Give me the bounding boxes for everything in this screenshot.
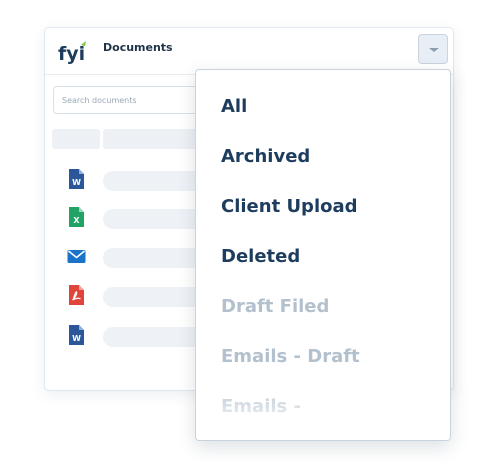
fyi-logo: fyi <box>58 41 86 65</box>
menu-item-archived[interactable]: Archived <box>221 146 310 167</box>
column-header-type[interactable] <box>52 129 100 149</box>
svg-text:W: W <box>72 178 81 187</box>
logo-text: fyi <box>58 43 85 65</box>
word-doc-icon: W <box>69 325 84 345</box>
folder-dropdown-menu: All Archived Client Upload Deleted Draft… <box>195 69 451 441</box>
svg-text:X: X <box>73 216 80 225</box>
page-title: Documents <box>103 41 173 54</box>
panel-header: fyi Documents <box>45 28 453 75</box>
email-icon <box>67 250 86 263</box>
menu-item-deleted[interactable]: Deleted <box>221 246 300 267</box>
folder-dropdown-button[interactable] <box>418 34 448 64</box>
menu-item-emails[interactable]: Emails - <box>221 396 301 417</box>
pdf-doc-icon <box>69 285 84 305</box>
menu-item-all[interactable]: All <box>221 96 247 117</box>
svg-text:W: W <box>72 334 81 343</box>
menu-item-client-upload[interactable]: Client Upload <box>221 196 358 217</box>
menu-item-draft-filed[interactable]: Draft Filed <box>221 296 329 317</box>
search-input[interactable] <box>53 86 213 114</box>
chevron-down-icon <box>429 48 439 52</box>
word-doc-icon: W <box>69 169 84 189</box>
excel-doc-icon: X <box>69 207 84 227</box>
menu-item-emails-draft[interactable]: Emails - Draft <box>221 346 360 367</box>
